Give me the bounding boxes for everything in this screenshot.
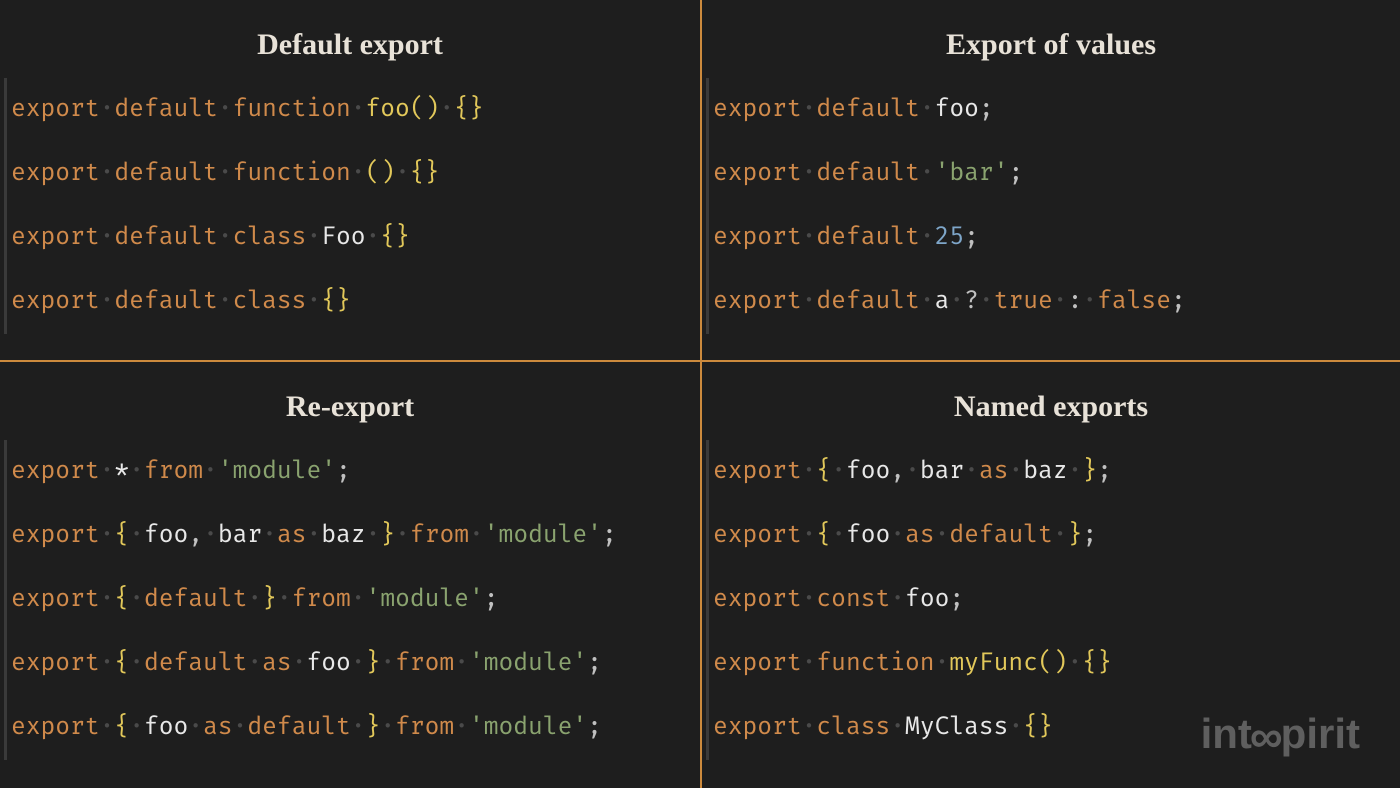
watermark-logo: int∞pirit [1201, 710, 1360, 758]
code-line: export·default·a·?·true·:·false; [706, 270, 1396, 334]
code-line: export·default·class·{} [4, 270, 696, 334]
code-line: export·default·'bar'; [706, 142, 1396, 206]
quadrant-export-of-values: Export of values export·default·foo;expo… [700, 0, 1400, 360]
code-line: export·{·foo,·bar·as·baz·}·from·'module'… [4, 504, 696, 568]
quadrant-re-export: Re-export export·*·from·'module';export·… [0, 360, 700, 788]
code-line: export·*·from·'module'; [4, 440, 696, 504]
code-line: export·{·default·}·from·'module'; [4, 568, 696, 632]
code-list: export·default·foo;export·default·'bar';… [702, 78, 1400, 334]
cheatsheet-grid: Default export export·default·function·f… [0, 0, 1400, 788]
code-line: export·default·function·()·{} [4, 142, 696, 206]
logo-part-right: pirit [1281, 710, 1360, 758]
quadrant-title: Export of values [702, 28, 1400, 62]
code-line: export·{·foo·as·default·}; [706, 504, 1396, 568]
code-line: export·function·myFunc()·{} [706, 632, 1396, 696]
quadrant-title: Default export [0, 28, 700, 62]
code-line: export·default·25; [706, 206, 1396, 270]
code-line: export·{·default·as·foo·}·from·'module'; [4, 632, 696, 696]
quadrant-title: Named exports [702, 390, 1400, 424]
quadrant-title: Re-export [0, 390, 700, 424]
code-list: export·*·from·'module';export·{·foo,·bar… [0, 440, 700, 760]
logo-part-left: int [1201, 710, 1252, 758]
quadrant-default-export: Default export export·default·function·f… [0, 0, 700, 360]
code-line: export·default·class·Foo·{} [4, 206, 696, 270]
code-list: export·default·function·foo()·{}export·d… [0, 78, 700, 334]
code-line: export·default·function·foo()·{} [4, 78, 696, 142]
code-line: export·{·foo·as·default·}·from·'module'; [4, 696, 696, 760]
code-line: export·const·foo; [706, 568, 1396, 632]
code-line: export·{·foo,·bar·as·baz·}; [706, 440, 1396, 504]
code-line: export·default·foo; [706, 78, 1396, 142]
